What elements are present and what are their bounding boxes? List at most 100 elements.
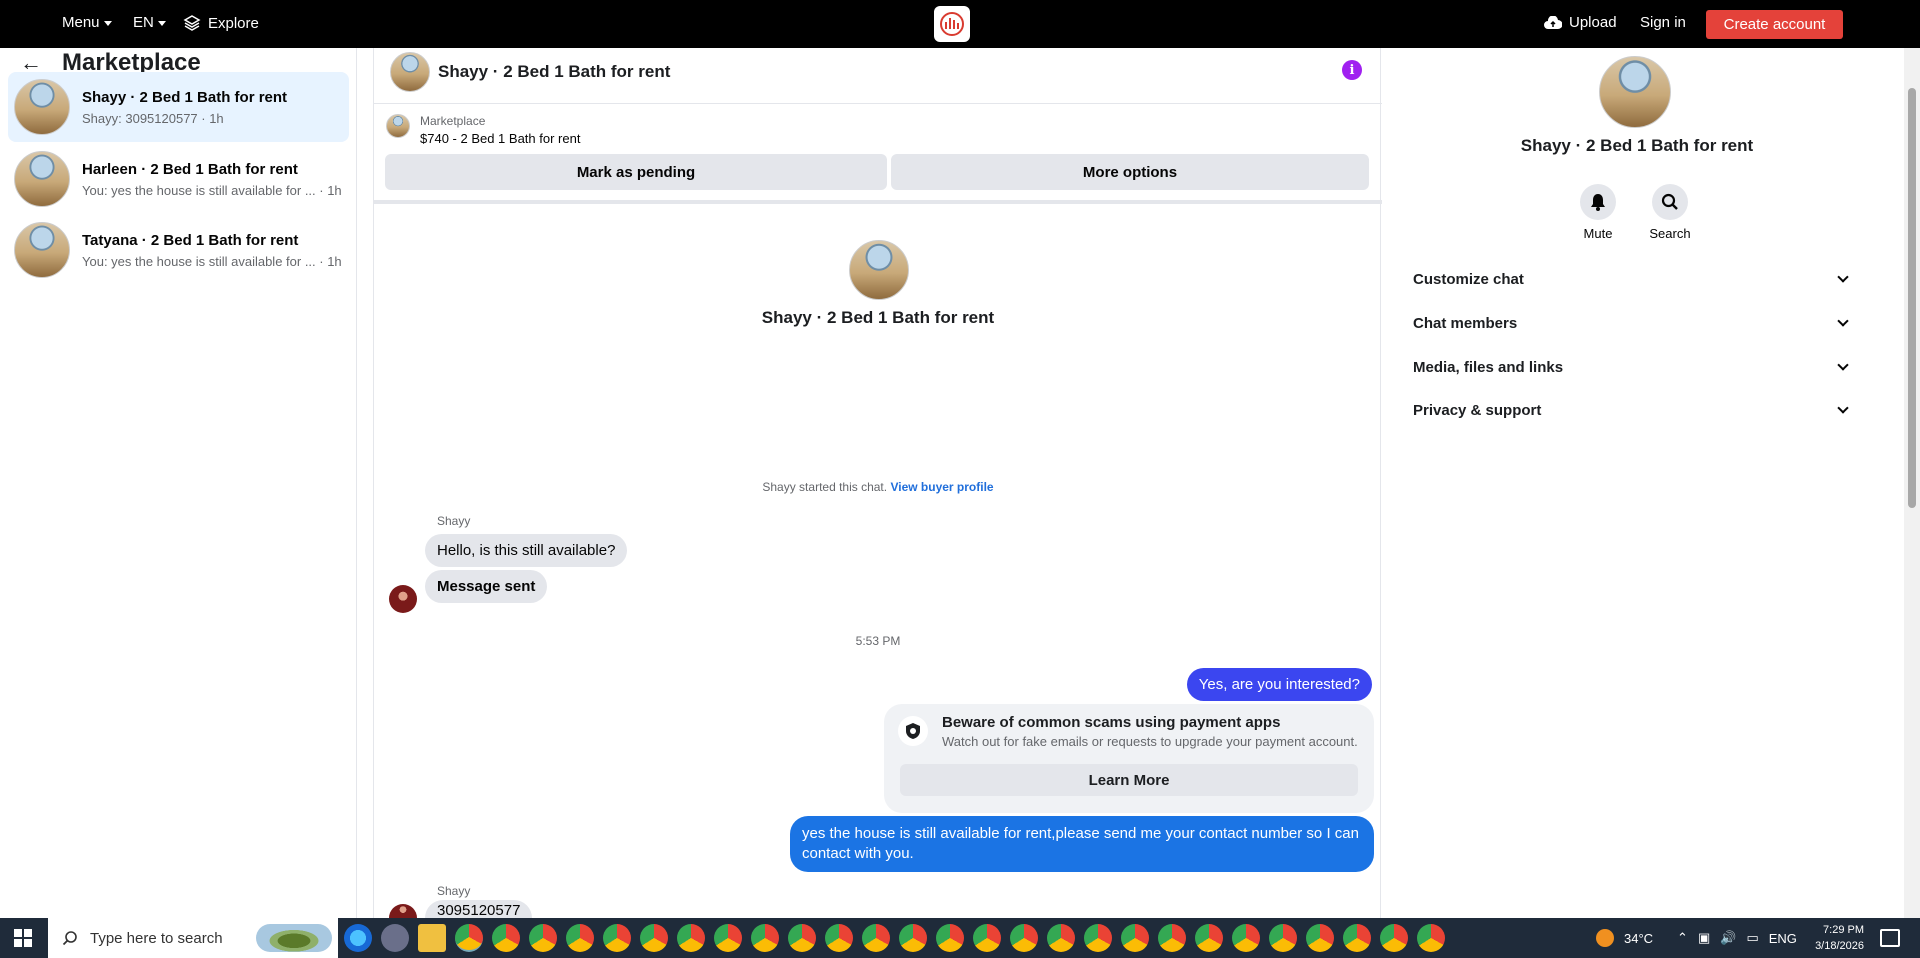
listing-thumbnail [14, 151, 70, 207]
chrome-icon[interactable] [825, 924, 853, 952]
sign-in-link[interactable]: Sign in [1640, 14, 1686, 31]
system-tray: 34°C ⌃ ▣ 🔊 ▭ ENG [1596, 918, 1797, 958]
chevron-down-icon [1837, 271, 1849, 283]
sender-avatar[interactable] [389, 904, 417, 918]
language-button[interactable]: EN [133, 14, 166, 31]
customize-chat-section[interactable]: Customize chat [1413, 257, 1853, 301]
conversation-preview: Shayy: 3095120577 · 1h [82, 110, 224, 126]
view-buyer-profile-link[interactable]: View buyer profile [890, 480, 993, 494]
warning-subtitle: Watch out for fake emails or requests to… [942, 734, 1358, 749]
chrome-icon[interactable] [603, 924, 631, 952]
privacy-support-section[interactable]: Privacy & support [1413, 388, 1853, 432]
volume-icon[interactable]: 🔊 [1720, 930, 1736, 946]
conversation-item[interactable]: Shayy · 2 Bed 1 Bath for rent Shayy: 309… [8, 72, 349, 142]
section-label: Media, files and links [1413, 358, 1564, 376]
language-indicator[interactable]: ENG [1769, 931, 1797, 946]
chevron-down-icon [157, 21, 166, 26]
windows-start-icon[interactable] [14, 929, 32, 947]
incoming-message[interactable]: Message sent [425, 570, 548, 603]
info-icon[interactable]: i [1342, 60, 1362, 80]
windows-taskbar: Type here to search 34°C ⌃ ▣ 🔊 ▭ ENG 7:2… [0, 918, 1920, 958]
clock-date: 3/18/2026 [1815, 940, 1864, 952]
system-clock[interactable]: 7:29 PM 3/18/2026 [1800, 922, 1864, 954]
chrome-icon[interactable] [455, 924, 483, 952]
search-icon [62, 931, 77, 946]
divider [374, 200, 1382, 204]
incoming-message[interactable]: Hello, is this still available? [425, 534, 628, 567]
mute-button[interactable]: Mute [1568, 184, 1628, 241]
create-account-button[interactable]: Create account [1706, 10, 1843, 39]
incoming-message[interactable]: 3095120577 [425, 900, 533, 918]
file-explorer-icon[interactable] [418, 924, 446, 952]
mark-as-pending-button[interactable]: Mark as pending [385, 154, 887, 190]
chrome-icon[interactable] [862, 924, 890, 952]
chrome-icon[interactable] [1121, 924, 1149, 952]
explore-label: Explore [208, 14, 259, 32]
temperature[interactable]: 34°C [1624, 931, 1653, 946]
conversation-sidebar: ← Marketplace Shayy · 2 Bed 1 Bath for r… [0, 48, 357, 918]
shield-icon [898, 716, 928, 746]
search-button[interactable]: Search [1640, 184, 1700, 241]
chrome-icon[interactable] [973, 924, 1001, 952]
media-files-links-section[interactable]: Media, files and links [1413, 345, 1853, 389]
conversation-item[interactable]: Harleen · 2 Bed 1 Bath for rent You: yes… [8, 144, 349, 214]
chat-title[interactable]: Shayy · 2 Bed 1 Bath for rent [438, 62, 670, 82]
language-label: EN [133, 14, 154, 31]
message-timestamp: 5:53 PM [855, 634, 901, 648]
chrome-icon[interactable] [788, 924, 816, 952]
chrome-icon[interactable] [899, 924, 927, 952]
chrome-icon[interactable] [1380, 924, 1408, 952]
chrome-icon[interactable] [714, 924, 742, 952]
chrome-icon[interactable] [1158, 924, 1186, 952]
conversation-preview: You: yes the house is still available fo… [82, 182, 342, 198]
search-label: Search [1649, 226, 1691, 241]
edge-icon[interactable] [344, 924, 372, 952]
chrome-icon[interactable] [1010, 924, 1038, 952]
weather-icon[interactable] [1596, 929, 1614, 947]
notification-icon[interactable] [1880, 929, 1900, 947]
page-scrollbar[interactable] [1904, 48, 1920, 918]
learn-more-button[interactable]: Learn More [900, 764, 1358, 796]
chrome-icon[interactable] [1084, 924, 1112, 952]
scrollbar-thumb[interactable] [1908, 88, 1916, 508]
conversation-preview: You: yes the house is still available fo… [82, 253, 342, 269]
taskbar-search[interactable]: Type here to search [48, 918, 338, 958]
section-label: Privacy & support [1413, 401, 1542, 419]
app-icon[interactable] [381, 924, 409, 952]
chrome-icon[interactable] [529, 924, 557, 952]
chevron-down-icon [1837, 402, 1849, 414]
site-logo[interactable] [934, 6, 970, 42]
details-avatar [1599, 56, 1671, 128]
details-title: Shayy · 2 Bed 1 Bath for rent [1520, 136, 1754, 155]
chrome-icon[interactable] [1269, 924, 1297, 952]
chevron-up-icon[interactable]: ⌃ [1677, 930, 1688, 946]
chrome-icon[interactable] [751, 924, 779, 952]
chat-members-section[interactable]: Chat members [1413, 301, 1853, 345]
chrome-icon[interactable] [1047, 924, 1075, 952]
section-label: Customize chat [1413, 270, 1524, 288]
chrome-icon[interactable] [1343, 924, 1371, 952]
more-options-button[interactable]: More options [891, 154, 1369, 190]
outgoing-message[interactable]: yes the house is still available for ren… [790, 816, 1374, 872]
chrome-icon[interactable] [677, 924, 705, 952]
outgoing-message[interactable]: Yes, are you interested? [1186, 668, 1372, 701]
upload-button[interactable]: Upload [1544, 14, 1617, 31]
conversation-item[interactable]: Tatyana · 2 Bed 1 Bath for rent You: yes… [8, 215, 349, 285]
chrome-icon[interactable] [1232, 924, 1260, 952]
explore-button[interactable]: Explore [183, 14, 259, 32]
chrome-icon[interactable] [1417, 924, 1445, 952]
menu-button[interactable]: Menu [62, 14, 112, 31]
chrome-icon[interactable] [1306, 924, 1334, 952]
listing-summary[interactable]: Marketplace $740 - 2 Bed 1 Bath for rent [386, 114, 580, 146]
battery-icon[interactable]: ▭ [1746, 930, 1758, 946]
chrome-icon[interactable] [492, 924, 520, 952]
chrome-icon[interactable] [1195, 924, 1223, 952]
chrome-icon[interactable] [936, 924, 964, 952]
chrome-icon[interactable] [640, 924, 668, 952]
search-highlight-image [256, 924, 332, 952]
chat-avatar[interactable] [390, 52, 430, 92]
sender-name: Shayy [437, 884, 471, 898]
sender-avatar[interactable] [389, 585, 417, 613]
chrome-icon[interactable] [566, 924, 594, 952]
network-icon[interactable]: ▣ [1698, 930, 1710, 946]
